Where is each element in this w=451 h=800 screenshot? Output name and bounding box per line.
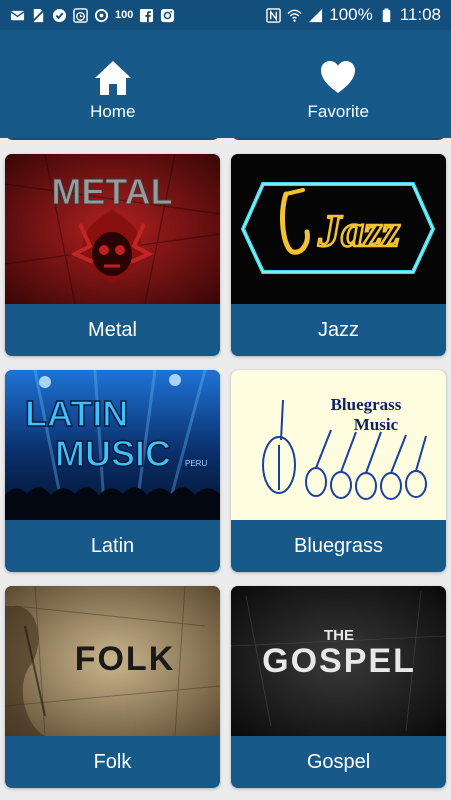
mail-icon xyxy=(10,8,25,23)
folk-art-text: FOLK xyxy=(75,640,176,678)
previous-card-bottom xyxy=(5,138,220,140)
tab-favorite-label: Favorite xyxy=(307,102,369,121)
latin-art-text-2: MUSIC xyxy=(55,433,171,474)
metal-art-text: METAL xyxy=(51,171,172,212)
facebook-icon xyxy=(139,8,154,23)
status-signal-count: 100 xyxy=(115,9,134,21)
genre-card-latin[interactable]: LATIN MUSIC PERU Latin xyxy=(5,370,220,572)
home-icon xyxy=(93,58,133,98)
cell-signal-icon xyxy=(308,8,323,23)
tab-favorite[interactable]: Favorite xyxy=(226,30,451,138)
previous-card-bottom xyxy=(231,138,446,140)
instagram-icon xyxy=(160,8,175,23)
genre-image-latin: LATIN MUSIC PERU xyxy=(5,370,220,520)
bluegrass-art-text-1: Bluegrass xyxy=(331,395,402,414)
genre-image-jazz: Jazz xyxy=(231,154,446,304)
wifi-icon xyxy=(287,8,302,23)
genre-image-folk: FOLK xyxy=(5,586,220,736)
battery-icon xyxy=(379,7,394,23)
genre-image-metal: METAL xyxy=(5,154,220,304)
genre-card-metal[interactable]: METAL Metal xyxy=(5,154,220,356)
genre-image-gospel: THE GOSPEL xyxy=(231,586,446,736)
genre-card-jazz[interactable]: Jazz Jazz xyxy=(231,154,446,356)
heart-icon xyxy=(318,58,358,98)
genre-label-folk: Folk xyxy=(93,750,132,773)
genre-label-latin: Latin xyxy=(90,534,135,557)
genre-grid: METAL Metal Jazz Jazz LATIN MUSIC PERU L… xyxy=(5,154,446,788)
tab-home-label: Home xyxy=(90,102,136,121)
battery-percent: 100% xyxy=(329,5,373,24)
no-sim-icon xyxy=(31,8,46,23)
latin-art-subtext: PERU xyxy=(185,459,207,468)
genre-label-bluegrass: Bluegrass xyxy=(294,534,383,557)
tab-home[interactable]: Home xyxy=(0,30,226,138)
latin-art-text-1: LATIN xyxy=(25,393,128,434)
genre-card-gospel[interactable]: THE GOSPEL Gospel xyxy=(231,586,446,788)
clock-icon xyxy=(73,7,88,23)
nfc-icon xyxy=(266,7,281,23)
check-circle-icon xyxy=(52,8,67,23)
gospel-art-text: GOSPEL xyxy=(262,642,416,680)
genre-image-bluegrass: Bluegrass Music xyxy=(231,370,446,520)
clock-time: 11:08 xyxy=(399,5,441,24)
tab-bar: Home Favorite xyxy=(0,30,451,138)
sync-icon xyxy=(94,8,109,23)
bluegrass-art-text-2: Music xyxy=(354,415,399,434)
genre-card-bluegrass[interactable]: Bluegrass Music Bluegrass xyxy=(231,370,446,572)
jazz-art-text: Jazz xyxy=(317,205,400,256)
genre-label-jazz: Jazz xyxy=(317,318,360,341)
genre-label-gospel: Gospel xyxy=(306,750,371,773)
genre-card-folk[interactable]: FOLK Folk xyxy=(5,586,220,788)
genre-list[interactable]: METAL Metal Jazz Jazz LATIN MUSIC PERU L… xyxy=(0,138,451,800)
genre-label-metal: Metal xyxy=(88,318,137,341)
status-bar: 100 100% 11:08 xyxy=(0,0,451,30)
status-right: 100% 11:08 xyxy=(266,5,441,25)
status-left-icons: 100 xyxy=(10,7,175,23)
